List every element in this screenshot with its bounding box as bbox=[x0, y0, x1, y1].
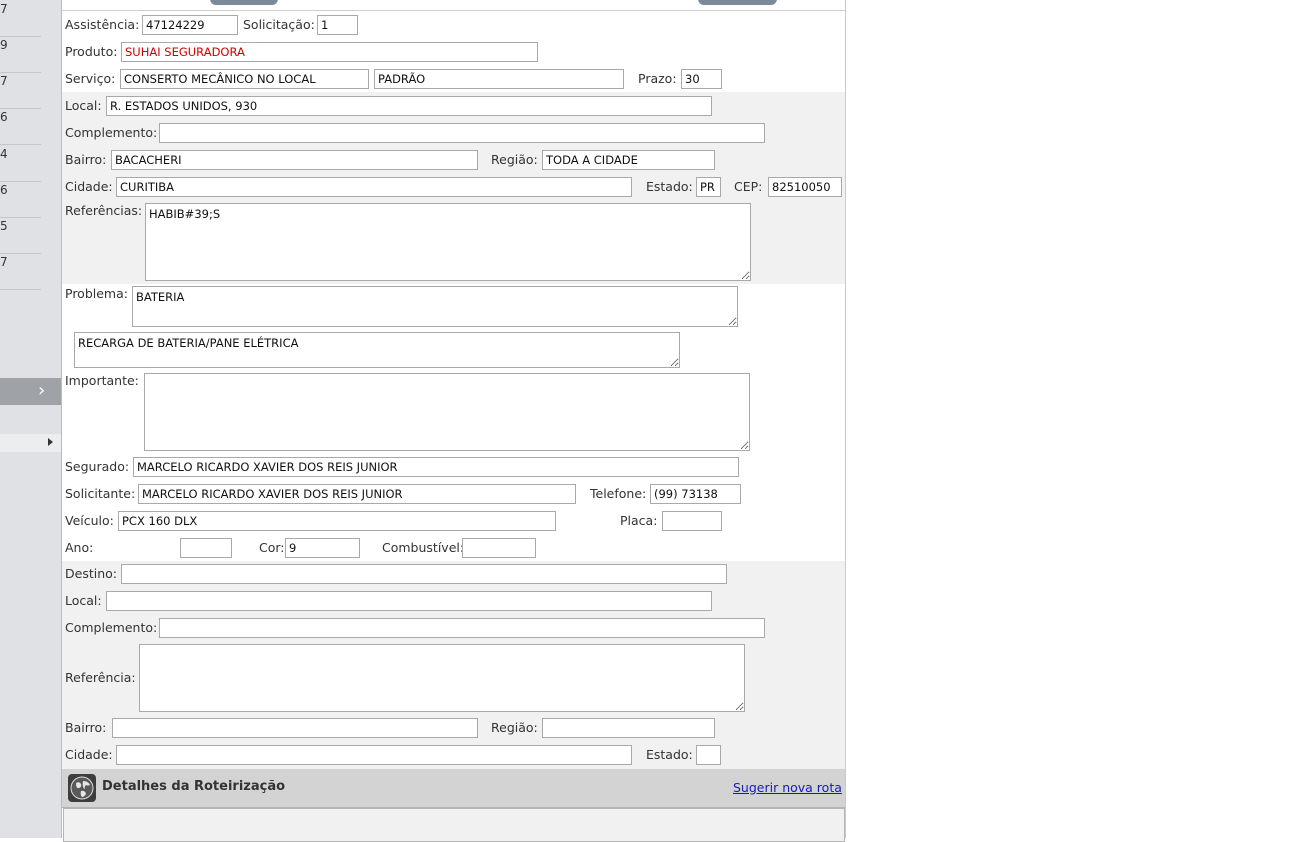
combustivel-field[interactable] bbox=[462, 538, 536, 558]
caret-right-icon[interactable] bbox=[48, 438, 53, 446]
destino-bairro-label: Bairro: bbox=[65, 720, 107, 735]
problema-label: Problema: bbox=[65, 286, 128, 301]
local-field[interactable] bbox=[106, 96, 712, 116]
servico-field[interactable] bbox=[120, 69, 369, 89]
roteirizacao-content bbox=[63, 808, 845, 842]
solicitacao-label: Solicitação: bbox=[243, 17, 315, 32]
ano-field[interactable] bbox=[180, 538, 232, 558]
regiao-field[interactable] bbox=[542, 150, 715, 170]
sidebar-number[interactable]: 6 bbox=[0, 181, 41, 218]
cep-field[interactable] bbox=[768, 177, 842, 197]
sidebar-number[interactable]: 7 bbox=[0, 72, 41, 109]
cidade-label: Cidade: bbox=[65, 179, 113, 194]
cor-label: Cor: bbox=[259, 540, 285, 555]
destino-referencia-textarea[interactable] bbox=[139, 644, 745, 712]
assistencia-label: Assistência: bbox=[65, 17, 140, 32]
local-label: Local: bbox=[65, 98, 102, 113]
bairro-field[interactable] bbox=[111, 150, 478, 170]
telefone-label: Telefone: bbox=[590, 486, 647, 501]
sidebar-toggle-bar[interactable] bbox=[0, 378, 61, 405]
destino-field[interactable] bbox=[121, 564, 727, 584]
assistencia-field[interactable] bbox=[142, 15, 238, 35]
produto-field[interactable] bbox=[121, 42, 538, 62]
descricao-problema-textarea[interactable]: RECARGA DE BATERIA/PANE ELÉTRICA bbox=[74, 332, 680, 368]
cidade-field[interactable] bbox=[116, 177, 632, 197]
destino-bairro-field[interactable] bbox=[112, 718, 478, 738]
complemento-label: Complemento: bbox=[65, 125, 158, 140]
sidebar-number[interactable]: 7 bbox=[0, 0, 41, 37]
problema-textarea[interactable]: BATERIA bbox=[132, 286, 738, 327]
segurado-label: Segurado: bbox=[65, 459, 130, 474]
destino-regiao-field[interactable] bbox=[542, 718, 715, 738]
veiculo-label: Veículo: bbox=[65, 513, 114, 528]
destino-cidade-label: Cidade: bbox=[65, 747, 113, 762]
complemento-field[interactable] bbox=[159, 123, 765, 143]
referencias-label: Referências: bbox=[65, 203, 143, 218]
estado-label: Estado: bbox=[646, 179, 693, 194]
estado-field[interactable] bbox=[696, 177, 721, 197]
top-button-right[interactable] bbox=[698, 0, 777, 5]
combustivel-label: Combustível: bbox=[382, 540, 465, 555]
referencias-textarea[interactable]: HABIB#39;S bbox=[145, 203, 751, 281]
sidebar-number[interactable]: 7 bbox=[0, 253, 41, 290]
servico-label: Serviço: bbox=[65, 71, 116, 86]
tipo-servico-field[interactable] bbox=[374, 69, 624, 89]
top-button-left[interactable] bbox=[210, 0, 278, 5]
placa-label: Placa: bbox=[620, 513, 658, 528]
destino-estado-field[interactable] bbox=[696, 745, 721, 765]
destino-regiao-label: Região: bbox=[491, 720, 538, 735]
destino-complemento-field[interactable] bbox=[159, 618, 765, 638]
sugerir-nova-rota-link[interactable]: Sugerir nova rota bbox=[733, 780, 842, 795]
top-divider bbox=[62, 10, 845, 11]
solicitante-field[interactable] bbox=[138, 484, 576, 504]
bairro-label: Bairro: bbox=[65, 152, 107, 167]
placa-field[interactable] bbox=[662, 511, 722, 531]
telefone-field[interactable] bbox=[650, 484, 741, 504]
regiao-label: Região: bbox=[491, 152, 538, 167]
cor-field[interactable] bbox=[285, 538, 360, 558]
segurado-field[interactable] bbox=[133, 457, 739, 477]
veiculo-field[interactable] bbox=[118, 511, 556, 531]
destino-label: Destino: bbox=[65, 566, 117, 581]
sidebar-number[interactable]: 9 bbox=[0, 36, 41, 73]
destino-local-field[interactable] bbox=[106, 591, 712, 611]
ano-label: Ano: bbox=[65, 540, 94, 555]
left-sidebar: 7 9 7 6 4 6 5 7 › bbox=[0, 0, 62, 838]
chevron-right-icon[interactable]: › bbox=[38, 380, 45, 402]
solicitacao-field[interactable] bbox=[317, 15, 358, 35]
prazo-field[interactable] bbox=[681, 69, 722, 89]
sidebar-number[interactable]: 4 bbox=[0, 145, 41, 182]
solicitante-label: Solicitante: bbox=[65, 486, 136, 501]
destino-referencia-label: Referência: bbox=[65, 670, 136, 685]
prazo-label: Prazo: bbox=[638, 71, 677, 86]
sidebar-number[interactable]: 5 bbox=[0, 217, 41, 254]
roteirizacao-title: Detalhes da Roteirização bbox=[102, 779, 286, 794]
produto-label: Produto: bbox=[65, 44, 118, 59]
globe-icon bbox=[68, 774, 96, 802]
importante-label: Importante: bbox=[65, 373, 139, 388]
destino-cidade-field[interactable] bbox=[116, 745, 632, 765]
sidebar-number[interactable]: 6 bbox=[0, 108, 41, 145]
destino-local-label: Local: bbox=[65, 593, 102, 608]
cep-label: CEP: bbox=[734, 179, 763, 194]
importante-textarea[interactable] bbox=[144, 373, 750, 451]
destino-estado-label: Estado: bbox=[646, 747, 693, 762]
destino-complemento-label: Complemento: bbox=[65, 620, 158, 635]
